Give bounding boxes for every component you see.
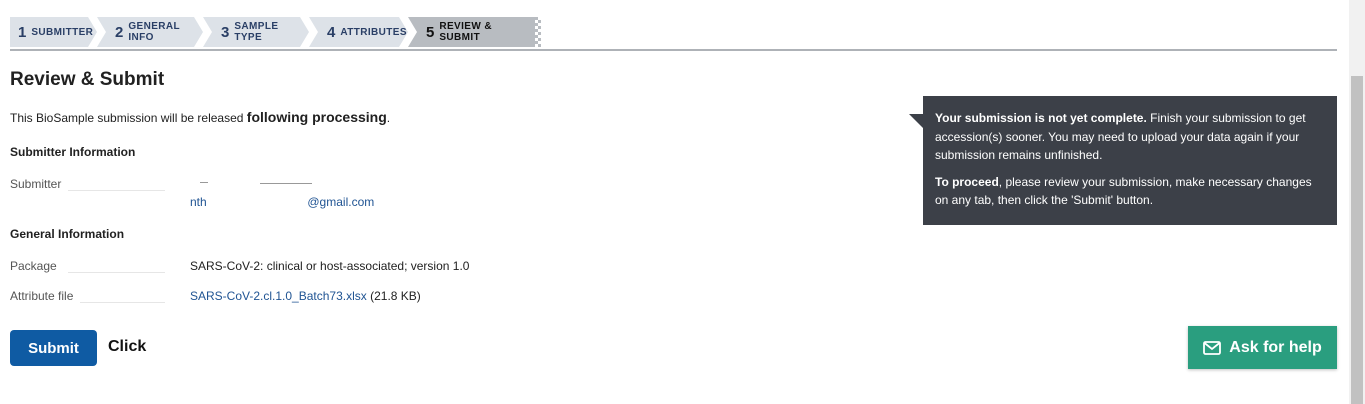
step-label: Attributes (340, 26, 407, 38)
release-statement: This BioSample submission will be releas… (10, 109, 390, 125)
submitter-redacted-name (190, 178, 330, 188)
notice-paragraph-2: To proceed, please review your submissio… (935, 173, 1325, 210)
step-attributes[interactable]: 4 Attributes (309, 17, 408, 47)
release-suffix: . (386, 111, 391, 125)
label-leader (68, 272, 165, 273)
step-sample-type[interactable]: 3 Sample Type (203, 17, 309, 47)
step-number: 3 (221, 23, 230, 41)
notice-paragraph-1: Your submission is not yet complete. Fin… (935, 109, 1325, 165)
incomplete-notice: Your submission is not yet complete. Fin… (923, 96, 1337, 225)
scrollbar-thumb[interactable] (1351, 76, 1363, 404)
package-label-row: Package (10, 259, 165, 273)
submitter-label: Submitter (10, 177, 62, 191)
email-part-left: nth (190, 195, 207, 209)
label-leader (68, 190, 165, 191)
submitter-label-row: Submitter (10, 177, 165, 191)
step-number: 2 (115, 23, 124, 41)
step-submitter[interactable]: 1 Submitter (10, 17, 97, 47)
step-review-submit[interactable]: 5 Review & Submit (408, 17, 541, 47)
submit-button[interactable]: Submit (10, 330, 97, 366)
tab-divider (10, 49, 1337, 51)
package-label: Package (10, 259, 57, 273)
submitter-heading: Submitter Information (10, 145, 136, 159)
page-title: Review & Submit (10, 69, 165, 90)
ask-for-help-button[interactable]: Ask for help (1188, 326, 1337, 369)
click-annotation: Click (108, 338, 147, 355)
general-heading: General Information (10, 227, 125, 241)
envelope-icon (1203, 340, 1222, 355)
step-number: 1 (18, 23, 27, 41)
release-when: following processing (246, 109, 387, 125)
attribute-file-size: (21.8 KB) (370, 289, 421, 303)
attribute-file-label: Attribute file (10, 289, 74, 303)
step-label: Submitter (31, 26, 94, 38)
step-label: General Info (128, 21, 180, 43)
wizard-steps: 1 Submitter 2 General Info 3 Sample Type… (10, 17, 541, 47)
release-prefix: This BioSample submission will be releas… (10, 111, 244, 125)
notice-line1-bold: Your submission is not yet complete. (935, 111, 1147, 125)
package-value: SARS-CoV-2: clinical or host-associated;… (190, 259, 470, 273)
step-number: 4 (327, 23, 336, 41)
submitter-email[interactable]: nth @gmail.com (190, 195, 374, 209)
step-label: Review & Submit (439, 21, 492, 43)
attribute-file-label-row: Attribute file (10, 289, 165, 303)
notice-line2-bold: To proceed (935, 174, 999, 189)
email-part-right: @gmail.com (307, 195, 375, 209)
step-number: 5 (426, 23, 435, 41)
attribute-file-link[interactable]: SARS-CoV-2.cl.1.0_Batch73.xlsx (190, 289, 367, 303)
notice-pointer (909, 114, 923, 128)
label-leader (80, 302, 165, 303)
help-label: Ask for help (1229, 338, 1322, 356)
attribute-file-value: SARS-CoV-2.cl.1.0_Batch73.xlsx (21.8 KB) (190, 289, 421, 303)
step-label: Sample Type (234, 21, 279, 43)
step-general-info[interactable]: 2 General Info (97, 17, 203, 47)
